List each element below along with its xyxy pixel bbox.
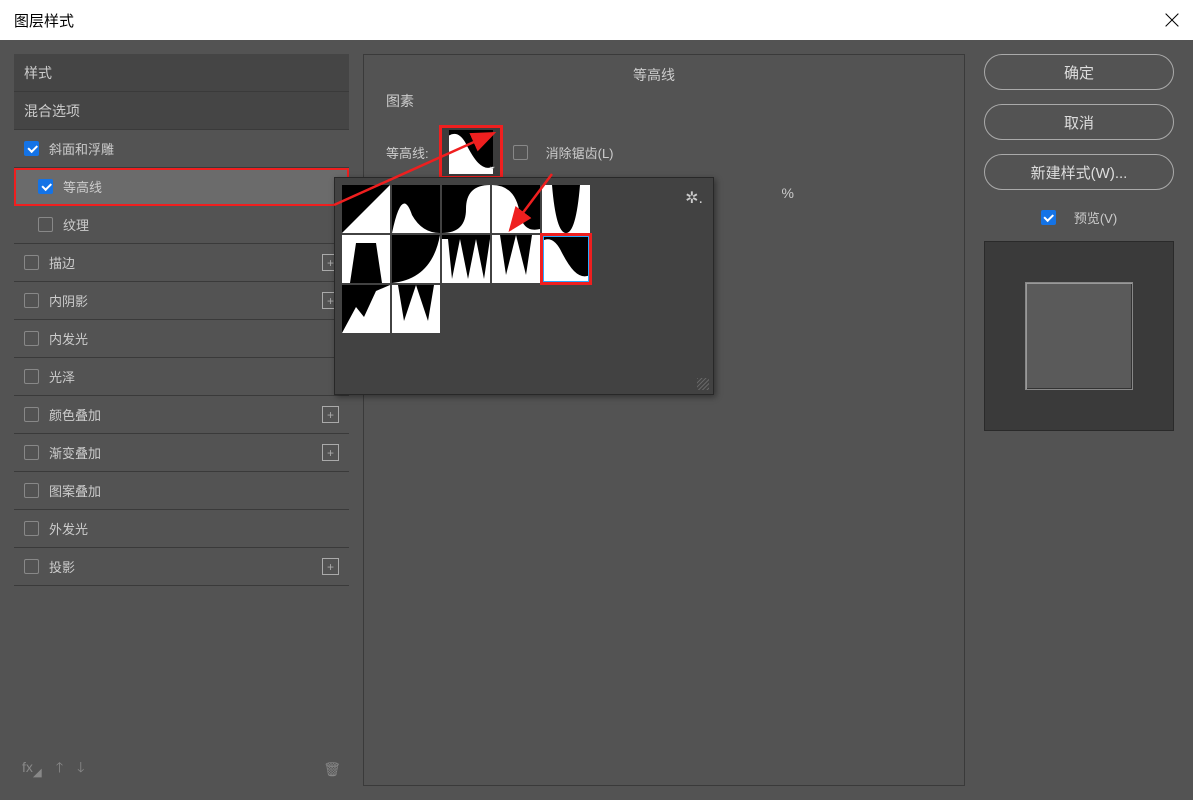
dialog-body: 样式 混合选项 斜面和浮雕等高线纹理描边+内阴影+内发光光泽颜色叠加+渐变叠加+… bbox=[0, 40, 1193, 800]
styles-footer: fx◢ 🡑 🡓 🗑 bbox=[14, 752, 349, 786]
add-effect-icon[interactable]: + bbox=[322, 444, 339, 461]
preview-checkbox[interactable] bbox=[1041, 210, 1056, 225]
resize-grip[interactable] bbox=[697, 378, 709, 390]
style-item-label: 内阴影 bbox=[49, 291, 88, 310]
style-item-4[interactable]: 内阴影+ bbox=[14, 282, 349, 320]
contour-preset-4[interactable] bbox=[492, 185, 540, 233]
style-item-label: 投影 bbox=[49, 557, 75, 576]
layer-style-dialog: 图层样式 样式 混合选项 斜面和浮雕等高线纹理描边+内阴影+内发光光泽颜色叠加+… bbox=[0, 0, 1193, 800]
style-item-11[interactable]: 投影 + bbox=[14, 548, 349, 586]
style-item-label: 内发光 bbox=[49, 329, 88, 348]
contour-dropdown-panel: ✲. bbox=[334, 177, 714, 395]
window-title: 图层样式 bbox=[14, 10, 74, 31]
style-item-label: 渐变叠加 bbox=[49, 443, 101, 462]
cancel-button[interactable]: 取消 bbox=[984, 104, 1174, 140]
styles-header[interactable]: 样式 bbox=[14, 54, 349, 92]
style-item-label: 图案叠加 bbox=[49, 481, 101, 500]
style-checkbox[interactable] bbox=[24, 293, 39, 308]
style-checkbox[interactable] bbox=[24, 141, 39, 156]
style-item-5[interactable]: 内发光 bbox=[14, 320, 349, 358]
style-checkbox[interactable] bbox=[24, 559, 39, 574]
styles-header-label: 样式 bbox=[24, 63, 52, 83]
styles-list-panel: 样式 混合选项 斜面和浮雕等高线纹理描边+内阴影+内发光光泽颜色叠加+渐变叠加+… bbox=[14, 54, 349, 786]
style-checkbox[interactable] bbox=[24, 521, 39, 536]
style-item-10[interactable]: 外发光 bbox=[14, 510, 349, 548]
fx-icon[interactable]: fx◢ bbox=[22, 759, 42, 779]
style-item-1[interactable]: 等高线 bbox=[14, 168, 349, 206]
close-icon[interactable] bbox=[1165, 13, 1179, 27]
style-item-label: 描边 bbox=[49, 253, 75, 272]
contour-label: 等高线: bbox=[386, 143, 429, 162]
preview-box bbox=[984, 241, 1174, 431]
contour-grid bbox=[335, 178, 645, 340]
chevron-down-icon: ⌄ bbox=[488, 161, 496, 172]
style-item-label: 纹理 bbox=[63, 215, 89, 234]
blend-options-label: 混合选项 bbox=[24, 101, 80, 121]
add-effect-icon[interactable]: + bbox=[322, 558, 339, 575]
contour-thumb bbox=[449, 130, 493, 174]
style-item-label: 光泽 bbox=[49, 367, 75, 386]
gear-icon[interactable]: ✲. bbox=[685, 188, 703, 208]
contour-preset-3[interactable] bbox=[442, 185, 490, 233]
style-checkbox[interactable] bbox=[38, 217, 53, 232]
titlebar: 图层样式 bbox=[0, 0, 1193, 40]
style-checkbox[interactable] bbox=[24, 407, 39, 422]
contour-preset-5[interactable] bbox=[542, 185, 590, 233]
contour-preset-12[interactable] bbox=[392, 285, 440, 333]
style-item-label: 斜面和浮雕 bbox=[49, 139, 114, 158]
style-item-label: 颜色叠加 bbox=[49, 405, 101, 424]
percent-label: % bbox=[782, 185, 794, 201]
style-checkbox[interactable] bbox=[24, 445, 39, 460]
contour-picker[interactable]: ⌄ bbox=[439, 125, 503, 179]
style-item-8[interactable]: 渐变叠加 + bbox=[14, 434, 349, 472]
style-checkbox[interactable] bbox=[24, 369, 39, 384]
style-item-9[interactable]: 图案叠加 bbox=[14, 472, 349, 510]
trash-icon[interactable]: 🗑 bbox=[323, 761, 341, 778]
section-title: 等高线 bbox=[360, 65, 948, 85]
contour-row: 等高线: ⌄ 消除锯齿(L) bbox=[386, 125, 948, 179]
ok-button[interactable]: 确定 bbox=[984, 54, 1174, 90]
sub-title: 图素 bbox=[386, 91, 948, 111]
preview-swatch bbox=[1025, 282, 1133, 390]
style-item-2[interactable]: 纹理 bbox=[14, 206, 349, 244]
blend-options-header[interactable]: 混合选项 bbox=[14, 92, 349, 130]
antialias-checkbox[interactable] bbox=[513, 145, 528, 160]
contour-preset-11[interactable] bbox=[342, 285, 390, 333]
style-item-7[interactable]: 颜色叠加 + bbox=[14, 396, 349, 434]
style-checkbox[interactable] bbox=[24, 483, 39, 498]
style-checkbox[interactable] bbox=[24, 255, 39, 270]
contour-preset-6[interactable] bbox=[342, 235, 390, 283]
settings-panel: 等高线 图素 等高线: ⌄ 消除锯齿(L) % bbox=[363, 54, 965, 786]
arrow-down-icon[interactable]: 🡓 bbox=[77, 757, 84, 781]
antialias-row[interactable]: 消除锯齿(L) bbox=[513, 143, 614, 162]
style-item-label: 外发光 bbox=[49, 519, 88, 538]
arrow-up-icon[interactable]: 🡑 bbox=[56, 757, 63, 781]
style-checkbox[interactable] bbox=[38, 179, 53, 194]
contour-preset-8[interactable] bbox=[442, 235, 490, 283]
contour-preset-2[interactable] bbox=[392, 185, 440, 233]
new-style-button[interactable]: 新建样式(W)... bbox=[984, 154, 1174, 190]
style-item-6[interactable]: 光泽 bbox=[14, 358, 349, 396]
style-checkbox[interactable] bbox=[24, 331, 39, 346]
styles-list: 样式 混合选项 斜面和浮雕等高线纹理描边+内阴影+内发光光泽颜色叠加+渐变叠加+… bbox=[14, 54, 349, 752]
style-item-3[interactable]: 描边+ bbox=[14, 244, 349, 282]
buttons-panel: 确定 取消 新建样式(W)... 预览(V) bbox=[979, 54, 1179, 786]
antialias-label: 消除锯齿(L) bbox=[546, 143, 614, 162]
contour-preset-1[interactable] bbox=[342, 185, 390, 233]
preview-label: 预览(V) bbox=[1074, 208, 1117, 227]
style-item-0[interactable]: 斜面和浮雕 bbox=[14, 130, 349, 168]
contour-preset-9[interactable] bbox=[492, 235, 540, 283]
contour-preset-10-selected[interactable] bbox=[542, 235, 590, 283]
preview-toggle-row[interactable]: 预览(V) bbox=[1041, 208, 1117, 227]
contour-preset-7[interactable] bbox=[392, 235, 440, 283]
add-effect-icon[interactable]: + bbox=[322, 406, 339, 423]
style-item-label: 等高线 bbox=[63, 177, 102, 196]
